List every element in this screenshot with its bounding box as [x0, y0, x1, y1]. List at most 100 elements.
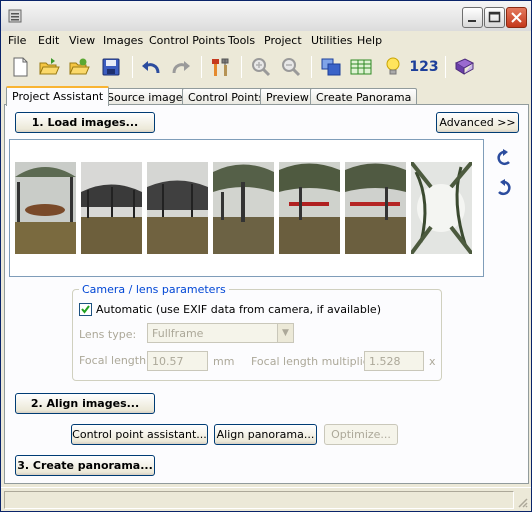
- preview-icon: [321, 58, 341, 76]
- lens-type-value: Fullframe: [152, 327, 204, 340]
- title-bar[interactable]: [1, 1, 531, 31]
- thumbnail[interactable]: [213, 162, 274, 254]
- numbers-button[interactable]: 123: [409, 55, 439, 79]
- menu-view[interactable]: View: [69, 34, 95, 47]
- advanced-button[interactable]: Advanced >>: [436, 112, 519, 133]
- redo-icon: [172, 61, 190, 74]
- save-icon: [102, 58, 120, 76]
- focal-length-field[interactable]: 10.57: [147, 351, 208, 371]
- multiplier-field[interactable]: 1.528: [364, 351, 424, 371]
- optimize-bulb-button[interactable]: [381, 55, 405, 79]
- menu-tools[interactable]: Tools: [228, 34, 255, 47]
- optimize-bulb-icon: [386, 57, 400, 75]
- rotate-cw-icon: [498, 179, 511, 196]
- tab-project-assistant[interactable]: Project Assistant: [6, 86, 110, 106]
- help-book-icon: [454, 58, 475, 75]
- open-project-icon: [39, 58, 60, 75]
- thumbnail[interactable]: [345, 162, 406, 254]
- menu-control-points[interactable]: Control Points: [149, 34, 225, 47]
- menu-bar: File Edit View Images Control Points Too…: [1, 31, 531, 50]
- menu-utilities[interactable]: Utilities: [311, 34, 352, 47]
- cp-assistant-button[interactable]: Control point assistant...: [71, 424, 208, 445]
- save-button[interactable]: [99, 55, 123, 79]
- focal-length-label: Focal length:: [79, 354, 150, 367]
- toolbar-separator: [241, 56, 242, 78]
- lens-type-select[interactable]: Fullframe ▼: [147, 323, 294, 343]
- zoom-in-button[interactable]: [249, 55, 273, 79]
- multiplier-label: Focal length multiplier:: [251, 355, 378, 368]
- help-button[interactable]: [452, 55, 476, 79]
- thumbnail[interactable]: [147, 162, 208, 254]
- lens-type-label: Lens type:: [79, 328, 137, 341]
- main-window: File Edit View Images Control Points Too…: [0, 0, 532, 512]
- menu-images[interactable]: Images: [103, 34, 143, 47]
- status-bar: [1, 487, 531, 511]
- automatic-checkbox[interactable]: [79, 303, 92, 316]
- chevron-down-icon: ▼: [277, 324, 293, 342]
- menu-file[interactable]: File: [8, 34, 26, 47]
- toolbar-separator: [311, 56, 312, 78]
- maximize-icon: [488, 11, 501, 23]
- close-button[interactable]: [506, 7, 527, 28]
- app-icon: [8, 9, 22, 23]
- zoom-out-icon: [282, 58, 301, 77]
- new-project-button[interactable]: [8, 55, 32, 79]
- tools-button[interactable]: [209, 55, 233, 79]
- thumbnail[interactable]: [411, 162, 472, 254]
- tools-icon: [212, 58, 229, 76]
- menu-help[interactable]: Help: [357, 34, 382, 47]
- rotate-ccw-icon: [497, 149, 510, 166]
- undo-button[interactable]: [139, 55, 163, 79]
- panorama-thumbnail-image: [411, 162, 472, 254]
- align-images-button[interactable]: 2. Align images...: [15, 393, 155, 414]
- tab-preview[interactable]: Preview: [260, 88, 315, 105]
- create-panorama-button[interactable]: 3. Create panorama...: [15, 455, 155, 476]
- menu-project[interactable]: Project: [264, 34, 302, 47]
- panorama-thumbnail-image: [345, 162, 406, 254]
- tab-create-panorama[interactable]: Create Panorama: [310, 88, 418, 105]
- maximize-button[interactable]: [484, 7, 505, 28]
- thumbnail[interactable]: [81, 162, 142, 254]
- load-images-button[interactable]: 1. Load images...: [15, 112, 155, 133]
- status-cell: [4, 491, 514, 509]
- optimize-button: Optimize...: [324, 424, 398, 445]
- tab-control-points[interactable]: Control Points: [182, 88, 271, 105]
- toolbar-separator: [201, 56, 202, 78]
- focal-length-unit: mm: [213, 355, 235, 368]
- redo-button[interactable]: [169, 55, 193, 79]
- panorama-thumbnail-image: [81, 162, 142, 254]
- toolbar-separator: [445, 56, 446, 78]
- multiplier-unit: x: [429, 355, 436, 368]
- panorama-thumbnail-image: [15, 162, 76, 254]
- table-button[interactable]: [349, 55, 373, 79]
- toolbar-separator: [132, 56, 133, 78]
- zoom-in-icon: [252, 58, 271, 77]
- resize-grip-icon[interactable]: [516, 496, 528, 508]
- tab-strip: Project Assistant Source images Control …: [4, 86, 530, 106]
- zoom-out-button[interactable]: [279, 55, 303, 79]
- undo-icon: [142, 61, 160, 74]
- new-project-icon: [13, 57, 28, 77]
- panorama-thumbnail-image: [147, 162, 208, 254]
- thumbnail[interactable]: [279, 162, 340, 254]
- camera-lens-group-title: Camera / lens parameters: [79, 283, 229, 296]
- tab-source-images[interactable]: Source images: [101, 88, 195, 105]
- align-panorama-button[interactable]: Align panorama...: [214, 424, 317, 445]
- panorama-thumbnail-image: [279, 162, 340, 254]
- thumbnail[interactable]: [15, 162, 76, 254]
- open-project-button[interactable]: [37, 55, 61, 79]
- preview-button[interactable]: [319, 55, 343, 79]
- toolbar: 123: [1, 50, 531, 84]
- menu-edit[interactable]: Edit: [38, 34, 59, 47]
- open-recent-button[interactable]: [67, 55, 91, 79]
- checkmark-icon: [81, 305, 90, 314]
- rotate-ccw-button[interactable]: [494, 148, 514, 168]
- close-icon: [511, 12, 522, 23]
- table-icon: [350, 59, 372, 75]
- minimize-button[interactable]: [462, 7, 483, 28]
- rotate-cw-button[interactable]: [494, 178, 514, 198]
- open-recent-icon: [69, 58, 90, 75]
- minimize-icon: [468, 20, 476, 22]
- numbers-icon: 123: [409, 59, 439, 75]
- panorama-thumbnail-image: [213, 162, 274, 254]
